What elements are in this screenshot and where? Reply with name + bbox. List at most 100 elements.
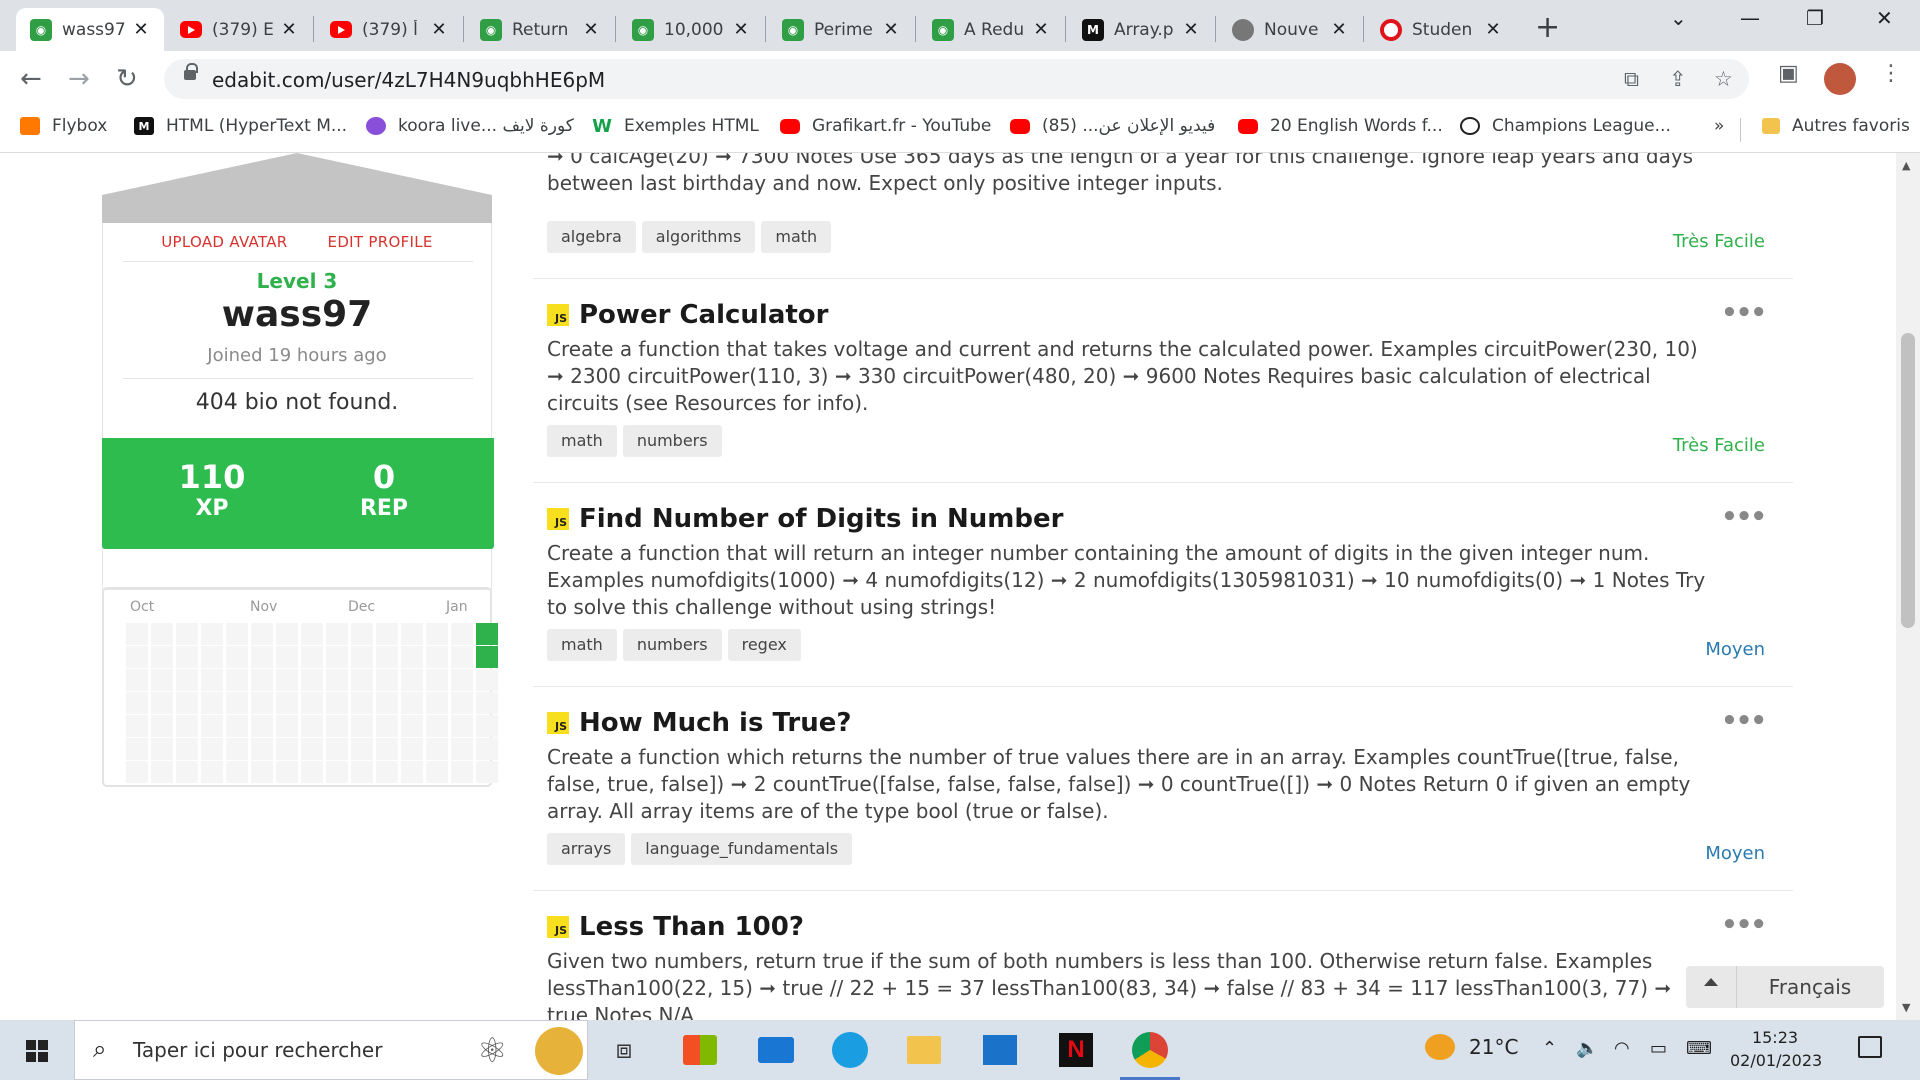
other-bookmarks-folder[interactable]: Autres favoris [1762,116,1910,136]
browser-tab[interactable]: ◉ wass97 ✕ [16,8,164,51]
heatmap-cell [151,692,173,714]
forward-icon[interactable]: → [68,64,90,94]
more-options-icon[interactable]: ••• [1721,298,1767,328]
menu-icon[interactable]: ⋮ [1880,61,1902,86]
edit-profile-link[interactable]: EDIT PROFILE [328,233,433,251]
tag-chip[interactable]: arrays [547,833,626,865]
challenge-title-text[interactable]: Less Than 100? [579,912,804,942]
language-label[interactable]: Français [1736,975,1884,999]
scrollbar[interactable]: ▲ ▼ [1896,153,1920,1020]
share-icon[interactable]: ⇪ [1669,67,1687,91]
close-window-button[interactable]: ✕ [1876,6,1893,30]
challenge-title-text[interactable]: Find Number of Digits in Number [579,504,1063,534]
tag-chip[interactable]: language_fundamentals [631,833,853,865]
close-tab-icon[interactable]: ✕ [580,19,602,40]
bookmark-star-icon[interactable]: ☆ [1714,67,1733,91]
bookmark-item[interactable]: koora live... كورة لايف [366,116,574,136]
volume-icon[interactable]: 🔈 [1576,1038,1598,1059]
bookmark-item[interactable]: Champions League... [1460,116,1671,136]
file-explorer-icon[interactable] [904,1030,944,1070]
close-tab-icon[interactable]: ✕ [1180,19,1202,40]
notifications-icon[interactable] [1858,1036,1882,1058]
challenge-title[interactable]: JS Less Than 100? [547,912,804,942]
store-icon[interactable] [680,1030,720,1070]
tag-chip[interactable]: numbers [622,425,722,457]
weather-widget[interactable]: 21°C [1425,1034,1518,1060]
clock[interactable]: 15:23 02/01/2023 [1730,1026,1822,1072]
close-tab-icon[interactable]: ✕ [278,19,300,40]
bookmark-item[interactable]: 20 English Words f... [1238,116,1443,136]
heatmap-cell [226,623,248,645]
side-panel-icon[interactable]: ▣ [1778,61,1799,86]
browser-tab[interactable]: Nouve ✕ [1218,8,1362,51]
browser-tab[interactable]: ◉ A Redu ✕ [918,8,1064,51]
battery-icon[interactable]: ▭ [1650,1038,1667,1059]
url-text[interactable]: edabit.com/user/4zL7H4N9uqbhHE6pM [212,68,605,92]
new-tab-button[interactable]: + [1535,10,1560,45]
browser-tab[interactable]: ◉ 10,000 ✕ [618,8,764,51]
bookmark-item[interactable]: W Exemples HTML [592,116,759,137]
bookmark-item[interactable]: Grafikart.fr - YouTube [780,116,991,136]
profile-avatar[interactable] [1824,63,1856,95]
more-options-icon[interactable]: ••• [1721,910,1767,940]
mail-icon[interactable] [756,1030,796,1070]
upload-avatar-link[interactable]: UPLOAD AVATAR [161,233,287,251]
tag-chip[interactable]: algebra [547,221,636,253]
bookmark-item[interactable]: M HTML (HyperText M... [134,116,347,136]
challenge-title[interactable]: JS How Much is True? [547,708,851,738]
tag-chip[interactable]: math [547,629,617,661]
challenge-title-text[interactable]: How Much is True? [579,708,851,738]
tag-chip[interactable]: algorithms [641,221,756,253]
minimize-button[interactable]: — [1740,6,1760,30]
close-tab-icon[interactable]: ✕ [880,19,902,40]
remote-desktop-icon[interactable] [980,1030,1020,1070]
caret-up-icon[interactable] [1704,978,1718,986]
challenge-title-text[interactable]: Power Calculator [579,300,828,330]
keyboard-icon[interactable]: ⌨ [1686,1038,1712,1059]
challenge-title[interactable]: JS Power Calculator [547,300,828,330]
close-tab-icon[interactable]: ✕ [730,19,752,40]
close-tab-icon[interactable]: ✕ [130,19,152,40]
browser-tab[interactable]: (379) أ ✕ [316,8,462,51]
close-tab-icon[interactable]: ✕ [428,19,450,40]
browser-tab[interactable]: (379) E ✕ [166,8,312,51]
bookmark-item[interactable]: فيديو الإعلان عن... (85) [1010,116,1215,136]
chrome-taskbar-icon[interactable] [1120,1030,1180,1080]
close-tab-icon[interactable]: ✕ [1482,19,1504,40]
browser-tab[interactable]: Studen ✕ [1366,8,1516,51]
reload-icon[interactable]: ↻ [116,64,138,94]
address-bar[interactable]: edabit.com/user/4zL7H4N9uqbhHE6pM ⧉ ⇪ ☆ [164,59,1749,99]
bookmark-item[interactable]: Flybox [20,116,107,136]
tag-chip[interactable]: numbers [622,629,722,661]
edge-icon[interactable] [830,1030,870,1070]
browser-tab[interactable]: M Array.p ✕ [1068,8,1214,51]
search-placeholder[interactable]: Taper ici pour rechercher [133,1038,382,1062]
tag-chip[interactable]: regex [727,629,801,661]
browser-tab[interactable]: ◉ Return ✕ [466,8,614,51]
taskbar-search[interactable]: ⌕ Taper ici pour rechercher ⚛ [74,1020,588,1080]
close-tab-icon[interactable]: ✕ [1328,19,1350,40]
windows-start-icon[interactable] [26,1040,48,1062]
task-view-icon[interactable]: ⧈ [604,1030,644,1070]
back-icon[interactable]: ← [20,64,42,94]
scroll-down-icon[interactable]: ▼ [1902,1001,1910,1014]
challenge-title[interactable]: JS Find Number of Digits in Number [547,504,1063,534]
heatmap-cell [351,715,373,737]
close-tab-icon[interactable]: ✕ [1030,19,1052,40]
restore-button[interactable]: ❐ [1806,6,1824,30]
language-selector[interactable]: Français [1686,966,1884,1008]
wifi-icon[interactable]: ◠ [1614,1038,1630,1059]
tray-chevron-icon[interactable]: ⌃ [1542,1038,1557,1059]
tab-search-icon[interactable]: ⌄ [1670,6,1687,30]
more-options-icon[interactable]: ••• [1721,706,1767,736]
lock-icon[interactable] [184,63,198,83]
bookmarks-overflow-button[interactable]: » [1714,116,1724,136]
browser-tab[interactable]: ◉ Perime ✕ [768,8,914,51]
netflix-icon[interactable]: N [1056,1030,1096,1070]
more-options-icon[interactable]: ••• [1721,502,1767,532]
scroll-up-icon[interactable]: ▲ [1902,159,1910,172]
tag-chip[interactable]: math [761,221,832,253]
tag-chip[interactable]: math [547,425,617,457]
translate-icon[interactable]: ⧉ [1624,67,1639,92]
scrollbar-thumb[interactable] [1901,333,1915,628]
